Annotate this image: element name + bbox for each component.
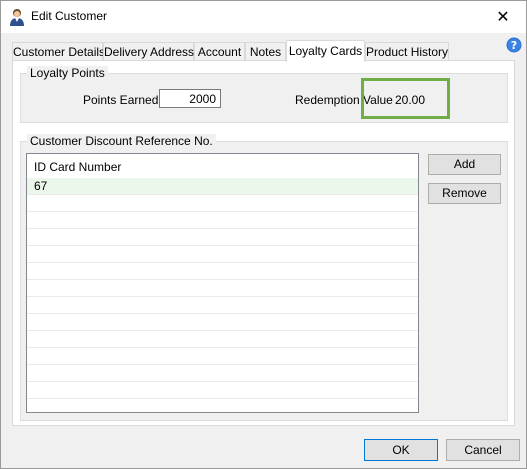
title-bar[interactable]: Edit Customer ✕ (1, 1, 526, 33)
tab-customer-details[interactable]: Customer Details (12, 42, 105, 60)
list-item-empty[interactable] (27, 246, 418, 263)
ok-button[interactable]: OK (364, 439, 438, 461)
list-item-empty[interactable] (27, 263, 418, 280)
list-item-empty[interactable] (27, 212, 418, 229)
tab-product-history[interactable]: Product History (365, 42, 449, 60)
id-card-list[interactable]: ID Card Number 67 (26, 153, 419, 413)
tab-delivery-address[interactable]: Delivery Address (103, 42, 194, 60)
list-item-empty[interactable] (27, 229, 418, 246)
redemption-value-highlight (361, 78, 450, 119)
tab-loyalty-cards[interactable]: Loyalty Cards (286, 40, 365, 62)
list-item[interactable]: 67 (27, 178, 418, 195)
list-item-empty[interactable] (27, 382, 418, 399)
tab-strip: Customer Details Delivery Address Accoun… (12, 40, 502, 62)
tab-account[interactable]: Account (194, 42, 245, 60)
cancel-button[interactable]: Cancel (446, 439, 520, 461)
window-title: Edit Customer (31, 9, 108, 23)
list-item-empty[interactable] (27, 314, 418, 331)
list-item-empty[interactable] (27, 365, 418, 382)
loyalty-points-group-title: Loyalty Points (27, 66, 108, 80)
user-icon (10, 9, 24, 26)
points-earned-label: Points Earned (83, 93, 159, 107)
discount-reference-group-title: Customer Discount Reference No. (27, 134, 216, 148)
list-item-empty[interactable] (27, 280, 418, 297)
list-item-empty[interactable] (27, 297, 418, 314)
tab-notes[interactable]: Notes (245, 42, 286, 60)
close-button[interactable]: ✕ (480, 1, 526, 33)
column-header-id-card-number[interactable]: ID Card Number (27, 154, 418, 178)
remove-button[interactable]: Remove (428, 183, 501, 204)
close-icon: ✕ (496, 9, 510, 26)
list-item-empty[interactable] (27, 399, 418, 412)
list-item-empty[interactable] (27, 195, 418, 212)
list-item-empty[interactable] (27, 348, 418, 365)
edit-customer-window: Edit Customer ✕ Customer Details Deliver… (0, 0, 527, 469)
svg-text:?: ? (511, 39, 517, 52)
add-button[interactable]: Add (428, 154, 501, 175)
list-item-empty[interactable] (27, 331, 418, 348)
points-earned-input[interactable] (159, 89, 221, 108)
help-icon[interactable]: ? (506, 37, 522, 53)
